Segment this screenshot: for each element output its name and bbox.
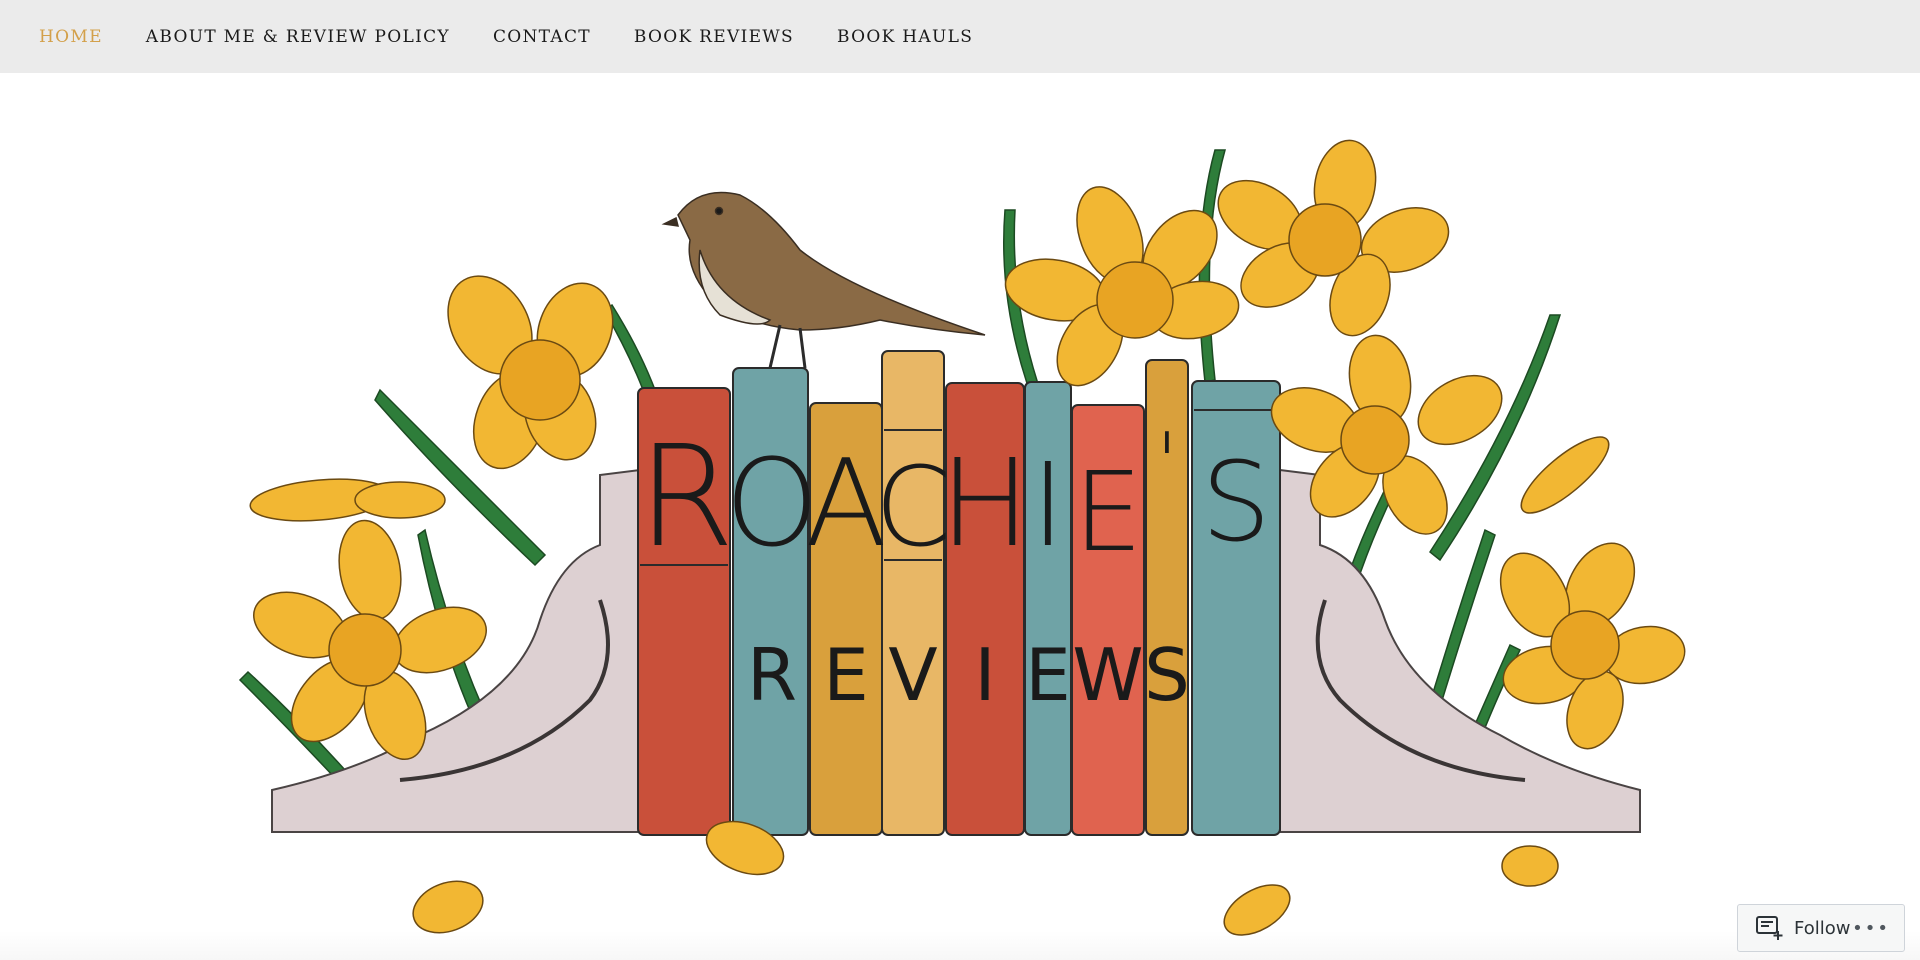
title-letter-6: I bbox=[1031, 439, 1065, 573]
header-image-roachies-reviews[interactable]: R O A C H I E ' S R E V I E W S bbox=[0, 73, 1920, 960]
title-letter-8: ' bbox=[1156, 416, 1178, 509]
nav-item-about-review-policy[interactable]: ABOUT ME & REVIEW POLICY bbox=[146, 27, 450, 47]
subtitle-letter-7: S bbox=[1144, 633, 1190, 717]
bottom-shade bbox=[0, 930, 1920, 960]
subtitle-letter-3: V bbox=[888, 633, 937, 717]
subtitle-letter-5: E bbox=[1025, 633, 1071, 717]
title-letter-9: S bbox=[1201, 438, 1271, 566]
subtitle-letter-1: R bbox=[747, 633, 797, 717]
follow-label: Follow bbox=[1794, 917, 1851, 939]
daffodil-7 bbox=[1520, 436, 1610, 514]
daffodil-1 bbox=[447, 275, 614, 470]
title-letter-7: E bbox=[1073, 448, 1143, 576]
daffodil-2 bbox=[249, 478, 446, 522]
title-letter-5: H bbox=[940, 435, 1030, 574]
bird-illustration bbox=[661, 191, 986, 369]
title-letter-1: R bbox=[637, 416, 734, 579]
more-options-icon[interactable]: ••• bbox=[1852, 918, 1890, 939]
book-spine-4 bbox=[881, 350, 945, 836]
subtitle-letter-4: I bbox=[974, 633, 995, 717]
petal-4 bbox=[1501, 845, 1559, 887]
nav-item-home[interactable]: HOME bbox=[39, 27, 103, 47]
nav-item-contact[interactable]: CONTACT bbox=[493, 27, 591, 47]
follow-button[interactable]: Follow ••• bbox=[1737, 904, 1905, 952]
reader-follow-icon bbox=[1756, 916, 1783, 940]
main-navigation: HOME ABOUT ME & REVIEW POLICY CONTACT BO… bbox=[0, 0, 1920, 73]
nav-item-book-hauls[interactable]: BOOK HAULS bbox=[837, 27, 973, 47]
daffodil-8 bbox=[1499, 542, 1686, 750]
daffodil-5 bbox=[1217, 139, 1450, 337]
nav-item-book-reviews[interactable]: BOOK REVIEWS bbox=[634, 27, 794, 47]
nav-menu: HOME ABOUT ME & REVIEW POLICY CONTACT BO… bbox=[0, 0, 1920, 73]
subtitle-letter-2: E bbox=[823, 633, 869, 717]
subtitle-letter-6: W bbox=[1072, 633, 1143, 717]
